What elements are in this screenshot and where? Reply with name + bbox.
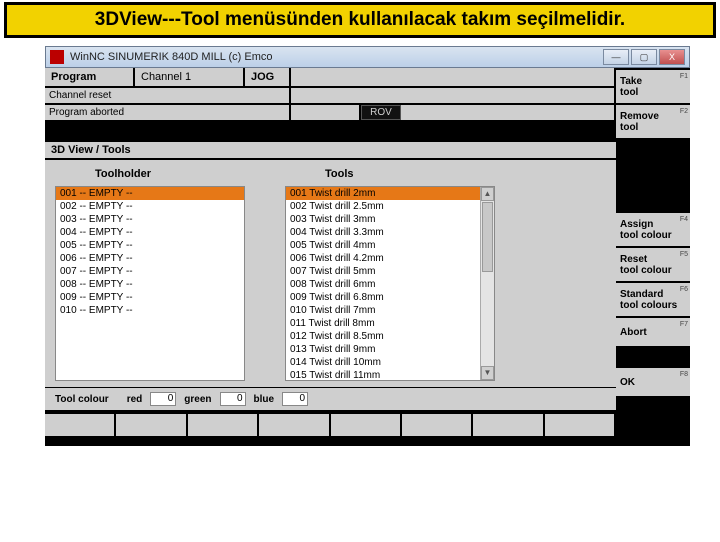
red-label: red bbox=[127, 394, 143, 405]
softkey-take-tool[interactable]: F1 Taketool bbox=[616, 70, 690, 103]
list-item[interactable]: 007 -- EMPTY -- bbox=[56, 265, 244, 278]
list-item[interactable]: 004 -- EMPTY -- bbox=[56, 226, 244, 239]
list-item[interactable]: 006 Twist drill 4.2mm bbox=[286, 252, 494, 265]
scroll-thumb[interactable] bbox=[482, 202, 493, 272]
window-title: WinNC SINUMERIK 840D MILL (c) Emco bbox=[70, 51, 603, 63]
mode-label: JOG bbox=[245, 68, 291, 86]
list-item[interactable]: 002 -- EMPTY -- bbox=[56, 200, 244, 213]
blue-label: blue bbox=[254, 394, 275, 405]
channel-label: Channel 1 bbox=[135, 68, 245, 86]
header-row-1: Program Channel 1 JOG bbox=[45, 68, 616, 86]
list-item[interactable]: 008 Twist drill 6mm bbox=[286, 278, 494, 291]
window-titlebar: WinNC SINUMERIK 840D MILL (c) Emco — ▢ X bbox=[45, 46, 690, 68]
list-item[interactable]: 014 Twist drill 10mm bbox=[286, 356, 494, 369]
list-item[interactable]: 005 -- EMPTY -- bbox=[56, 239, 244, 252]
green-value[interactable]: 0 bbox=[220, 392, 246, 406]
bottom-softkey-3[interactable] bbox=[188, 410, 259, 436]
status-row-2: Program aborted ROV bbox=[45, 103, 616, 120]
list-item[interactable]: 001 Twist drill 2mm bbox=[286, 187, 494, 200]
softkey-assign-colour[interactable]: F4 Assigntool colour bbox=[616, 213, 690, 246]
toolholder-listbox[interactable]: 001 -- EMPTY --002 -- EMPTY --003 -- EMP… bbox=[55, 186, 245, 381]
list-item[interactable]: 002 Twist drill 2.5mm bbox=[286, 200, 494, 213]
list-item[interactable]: 009 Twist drill 6.8mm bbox=[286, 291, 494, 304]
instruction-banner: 3DView---Tool menüsünden kullanılacak ta… bbox=[4, 2, 716, 38]
tool-colour-row: Tool colour red 0 green 0 blue 0 bbox=[45, 387, 616, 410]
blue-value[interactable]: 0 bbox=[282, 392, 308, 406]
list-item[interactable]: 010 Twist drill 7mm bbox=[286, 304, 494, 317]
bottom-softkey-4[interactable] bbox=[259, 410, 330, 436]
list-item[interactable]: 015 Twist drill 11mm bbox=[286, 369, 494, 381]
scroll-down-button[interactable]: ▼ bbox=[481, 366, 494, 380]
tools-scrollbar[interactable]: ▲ ▼ bbox=[480, 187, 494, 380]
app-window: WinNC SINUMERIK 840D MILL (c) Emco — ▢ X… bbox=[45, 46, 690, 436]
softkey-gap bbox=[616, 140, 690, 154]
tools-label: Tools bbox=[285, 168, 495, 180]
list-item[interactable]: 013 Twist drill 9mm bbox=[286, 343, 494, 356]
list-item[interactable]: 010 -- EMPTY -- bbox=[56, 304, 244, 317]
list-item[interactable]: 009 -- EMPTY -- bbox=[56, 291, 244, 304]
list-item[interactable]: 001 -- EMPTY -- bbox=[56, 187, 244, 200]
tool-colour-label: Tool colour bbox=[55, 394, 109, 405]
status-row-1: Channel reset bbox=[45, 86, 616, 103]
app-icon bbox=[50, 50, 64, 64]
list-item[interactable]: 008 -- EMPTY -- bbox=[56, 278, 244, 291]
bottom-softkey-7[interactable] bbox=[473, 410, 544, 436]
list-item[interactable]: 012 Twist drill 8.5mm bbox=[286, 330, 494, 343]
program-label: Program bbox=[45, 68, 135, 86]
minimize-button[interactable]: — bbox=[603, 49, 629, 65]
close-button[interactable]: X bbox=[659, 49, 685, 65]
maximize-button[interactable]: ▢ bbox=[631, 49, 657, 65]
tools-listbox[interactable]: 001 Twist drill 2mm002 Twist drill 2.5mm… bbox=[285, 186, 495, 381]
softkey-ok[interactable]: F8 OK bbox=[616, 368, 690, 396]
softkey-abort[interactable]: F7 Abort bbox=[616, 318, 690, 346]
rov-indicator: ROV bbox=[361, 105, 401, 120]
softkey-standard-colours[interactable]: F6 Standardtool colours bbox=[616, 283, 690, 316]
green-label: green bbox=[184, 394, 211, 405]
list-item[interactable]: 011 Twist drill 8mm bbox=[286, 317, 494, 330]
view-title: 3D View / Tools bbox=[45, 140, 616, 160]
softkey-gap-3 bbox=[616, 348, 690, 366]
bottom-softkey-row bbox=[45, 410, 616, 436]
channel-reset: Channel reset bbox=[45, 88, 291, 103]
list-item[interactable]: 003 Twist drill 3mm bbox=[286, 213, 494, 226]
softkey-remove-tool[interactable]: F2 Removetool bbox=[616, 105, 690, 138]
toolholder-label: Toolholder bbox=[55, 168, 245, 180]
softkey-gap-2 bbox=[616, 156, 690, 211]
list-item[interactable]: 007 Twist drill 5mm bbox=[286, 265, 494, 278]
list-item[interactable]: 003 -- EMPTY -- bbox=[56, 213, 244, 226]
bottom-softkey-5[interactable] bbox=[331, 410, 402, 436]
bottom-softkey-1[interactable] bbox=[45, 410, 116, 436]
bottom-softkey-8[interactable] bbox=[545, 410, 616, 436]
bottom-softkey-2[interactable] bbox=[116, 410, 187, 436]
bottom-softkey-6[interactable] bbox=[402, 410, 473, 436]
list-item[interactable]: 006 -- EMPTY -- bbox=[56, 252, 244, 265]
lists-area: Toolholder 001 -- EMPTY --002 -- EMPTY -… bbox=[45, 160, 616, 387]
list-item[interactable]: 004 Twist drill 3.3mm bbox=[286, 226, 494, 239]
red-value[interactable]: 0 bbox=[150, 392, 176, 406]
program-aborted: Program aborted bbox=[45, 105, 291, 120]
scroll-up-button[interactable]: ▲ bbox=[481, 187, 494, 201]
right-softkeys: F1 Taketool F2 Removetool F4 Assigntool … bbox=[616, 68, 690, 436]
list-item[interactable]: 005 Twist drill 4mm bbox=[286, 239, 494, 252]
softkey-reset-colour[interactable]: F5 Resettool colour bbox=[616, 248, 690, 281]
